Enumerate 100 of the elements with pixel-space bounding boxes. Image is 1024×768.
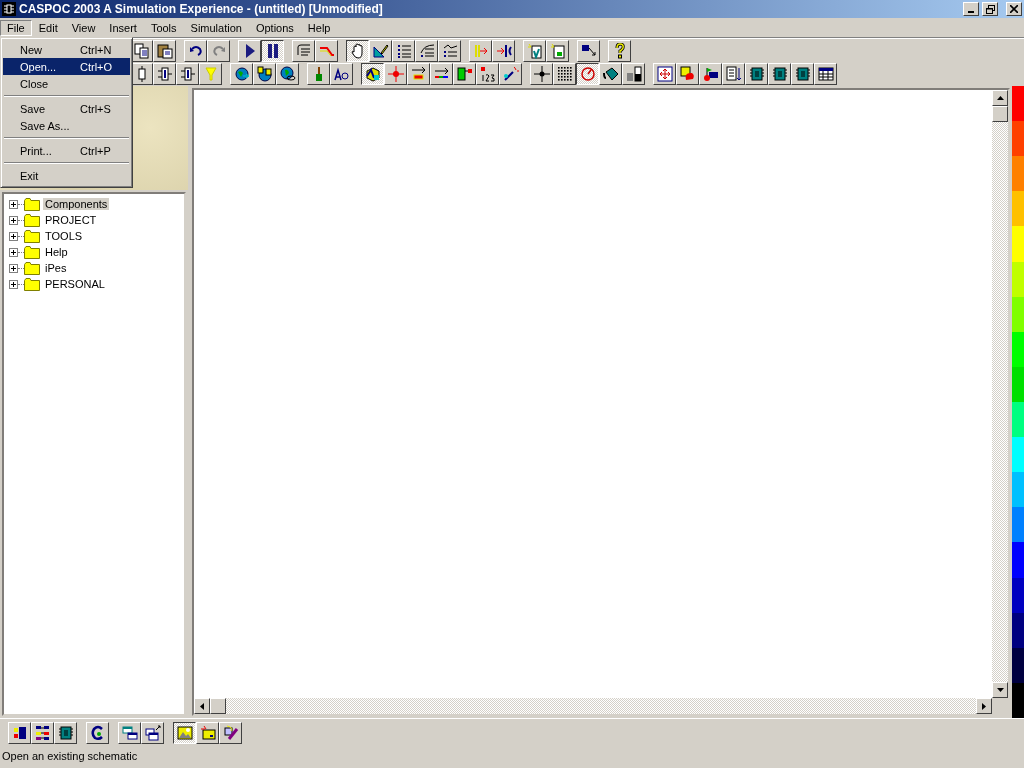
- toolbar-button[interactable]: [576, 63, 599, 85]
- component-icon: [179, 66, 196, 82]
- scroll-down-button[interactable]: [992, 682, 1008, 698]
- menu-item[interactable]: Tools: [143, 19, 184, 36]
- chip-icon: [748, 66, 765, 82]
- menu-item[interactable]: File: [0, 19, 32, 36]
- tree-item[interactable]: TOOLS: [43, 230, 85, 242]
- folder-icon: [24, 197, 40, 211]
- tree-item[interactable]: PROJECT: [43, 214, 99, 226]
- gradient-icon: [625, 66, 642, 82]
- menu-item[interactable]: Insert: [102, 19, 144, 36]
- paste-icon: [156, 43, 173, 59]
- table-icon: [817, 66, 834, 82]
- scroll-up-button[interactable]: [992, 90, 1008, 106]
- folder-icon: [24, 245, 40, 259]
- scroll-thumb[interactable]: [210, 698, 226, 714]
- plus-icon: [10, 232, 17, 240]
- component-icon: [156, 66, 173, 82]
- expand-button[interactable]: [9, 263, 18, 273]
- scroll-thumb[interactable]: [992, 106, 1008, 122]
- cube-icon: [364, 66, 381, 82]
- refresh-icon: [89, 725, 106, 741]
- app-icon: [2, 2, 16, 16]
- menu-option[interactable]: Save As...: [3, 117, 130, 134]
- capacitor-out-icon: [472, 43, 489, 59]
- crosshair-icon: [533, 66, 550, 82]
- menu-option[interactable]: Save Ctrl+S: [3, 100, 130, 117]
- tree-item[interactable]: Components: [43, 198, 110, 210]
- menu-option[interactable]: Print... Ctrl+P: [3, 142, 130, 159]
- arrow-bar-icon: [410, 66, 427, 82]
- expand-button[interactable]: [9, 247, 18, 257]
- toolbar-button[interactable]: [361, 63, 384, 85]
- menu-option[interactable]: Close: [3, 75, 130, 92]
- ruler-pencil-icon: [372, 43, 389, 59]
- folder-icon: [24, 213, 40, 227]
- plus-icon: [10, 264, 17, 272]
- tree-item[interactable]: PERSONAL: [43, 278, 107, 290]
- globe-chain-icon: [279, 66, 296, 82]
- paint-pen-icon: [222, 725, 239, 741]
- funnel-icon: [202, 66, 219, 82]
- expand-button[interactable]: [9, 199, 18, 209]
- copy-icon: [133, 43, 150, 59]
- menu-option[interactable]: New Ctrl+N: [3, 41, 130, 58]
- plus-icon: [10, 200, 17, 208]
- menu-option[interactable]: Exit: [3, 167, 130, 184]
- redo-icon: [210, 43, 227, 59]
- document-sparkle-icon: [549, 43, 566, 59]
- windows-icon: [121, 725, 138, 741]
- vertical-scrollbar[interactable]: [992, 90, 1008, 698]
- scroll-right-button[interactable]: [976, 698, 992, 714]
- minimize-button[interactable]: [963, 2, 979, 16]
- down-arrow-icon: [996, 688, 1004, 692]
- toolbar-button[interactable]: [173, 722, 196, 744]
- menu-item[interactable]: Edit: [31, 19, 65, 36]
- curve-list-icon: [418, 43, 435, 59]
- horizontal-scrollbar[interactable]: [194, 698, 992, 714]
- document-arrow-icon: [725, 66, 742, 82]
- close-button[interactable]: [1006, 2, 1022, 16]
- chart-list-icon: [441, 43, 458, 59]
- target-dot-icon: [387, 66, 404, 82]
- folder-icon: [24, 277, 40, 291]
- clock-icon: [579, 66, 596, 82]
- menu-item[interactable]: Help: [300, 19, 338, 36]
- plus-icon: [10, 280, 17, 288]
- window-title: CASPOC 2003 A Simulation Experience - (untitled) [Unmodified]: [19, 2, 384, 16]
- right-arrow-icon: [982, 702, 986, 710]
- text-shape-icon: [333, 66, 350, 82]
- hand-icon: [349, 43, 366, 59]
- tree-item[interactable]: Help: [43, 246, 70, 258]
- capacitor-in-icon: [495, 43, 512, 59]
- plus-icon: [10, 216, 17, 224]
- tree-item[interactable]: iPes: [43, 262, 69, 274]
- close-icon: [1010, 5, 1018, 13]
- chip-icon: [771, 66, 788, 82]
- chip-icon: [57, 725, 74, 741]
- menu-item[interactable]: Options: [248, 19, 301, 36]
- restore-icon: [985, 4, 995, 14]
- menu-item[interactable]: View: [64, 19, 103, 36]
- up-arrow-icon: [996, 96, 1004, 100]
- menu-option[interactable]: Open... Ctrl+O: [3, 58, 130, 75]
- chip-icon: [794, 66, 811, 82]
- expand-button[interactable]: [9, 231, 18, 241]
- block-diagram-icon: [11, 725, 28, 741]
- menu-item[interactable]: Simulation: [183, 19, 249, 36]
- grid-icon: [556, 66, 573, 82]
- restore-button[interactable]: [982, 2, 998, 16]
- toolbar-button[interactable]: [261, 40, 284, 62]
- toolbar-button[interactable]: [346, 40, 369, 62]
- windows-arrow-icon: [144, 725, 161, 741]
- scroll-left-button[interactable]: [194, 698, 210, 714]
- globe-docs-icon: [256, 66, 273, 82]
- numbers-dot-icon: [479, 66, 496, 82]
- expand-button[interactable]: [9, 279, 18, 289]
- expand-button[interactable]: [9, 215, 18, 225]
- folder-icon: [24, 261, 40, 275]
- status-text: Open an existing schematic: [2, 750, 138, 762]
- plus-icon: [10, 248, 17, 256]
- tree-diagram-icon: [34, 725, 51, 741]
- wand-icon: [502, 66, 519, 82]
- page-sparkle-icon: [526, 43, 543, 59]
